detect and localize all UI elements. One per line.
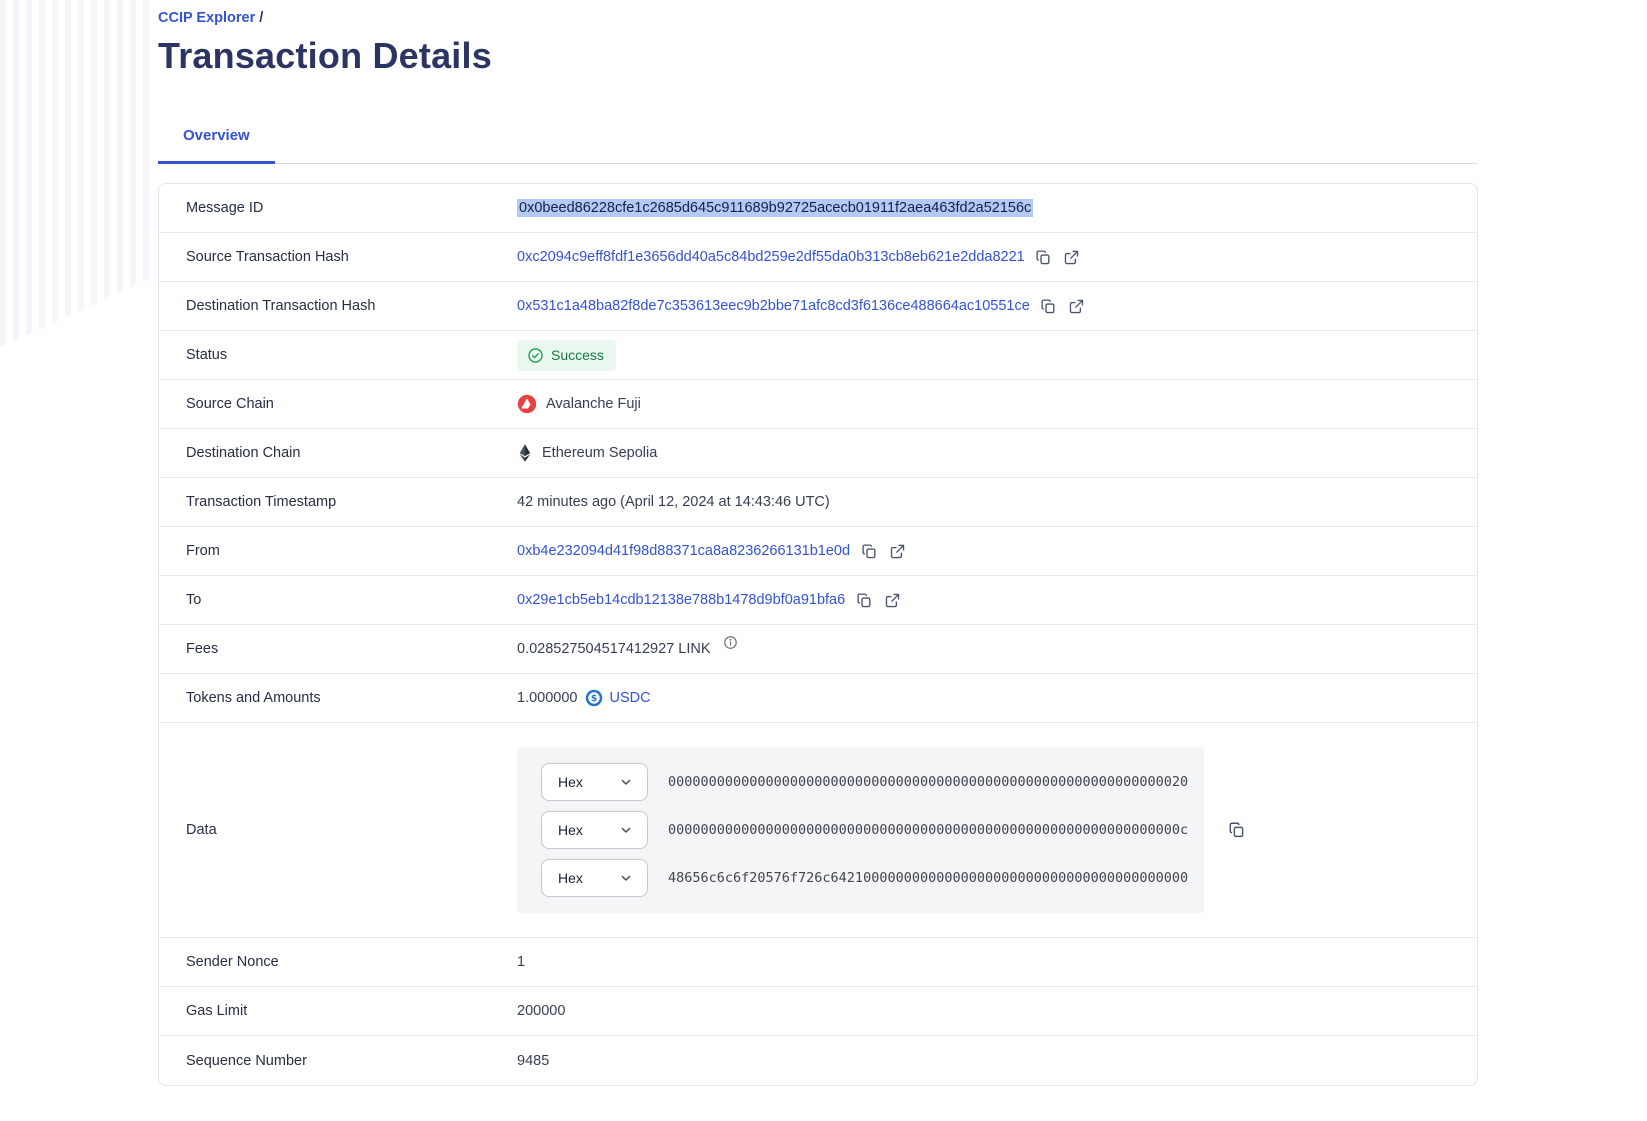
data-format-select[interactable]: Hex <box>541 811 648 849</box>
hex-data-value[interactable]: 0000000000000000000000000000000000000000… <box>668 822 1188 838</box>
check-circle-icon <box>527 347 544 364</box>
tab-overview[interactable]: Overview <box>158 127 275 164</box>
status-badge: Success <box>517 340 616 371</box>
format-select-value: Hex <box>558 774 583 790</box>
external-link-icon <box>884 592 901 609</box>
data-line: Hex 48656c6c6f20576f726c6421000000000000… <box>541 859 1192 897</box>
token-symbol: USDC <box>609 690 650 706</box>
page-title: Transaction Details <box>158 35 1478 77</box>
chevron-down-icon <box>619 823 633 837</box>
copy-icon <box>1035 249 1052 266</box>
fees-info-tooltip[interactable] <box>723 635 738 654</box>
field-label: Tokens and Amounts <box>186 690 517 706</box>
external-link-icon <box>1068 298 1085 315</box>
ethereum-icon <box>517 443 533 463</box>
source-chain-name: Avalanche Fuji <box>546 396 641 412</box>
copy-icon <box>1040 298 1057 315</box>
row-to: To 0x29e1cb5eb14cdb12138e788b1478d9bf0a9… <box>159 576 1477 625</box>
source-tx-hash-link[interactable]: 0xc2094c9eff8fdf1e3656dd40a5c84bd259e2df… <box>517 249 1025 265</box>
field-label: To <box>186 592 517 608</box>
field-label: Destination Transaction Hash <box>186 298 517 314</box>
copy-data-button[interactable] <box>1228 821 1246 839</box>
external-link-icon <box>889 543 906 560</box>
destination-tx-hash-link[interactable]: 0x531c1a48ba82f8de7c353613eec9b2bbe71afc… <box>517 298 1030 314</box>
breadcrumb-separator: / <box>259 10 263 26</box>
field-label: Data <box>186 822 517 838</box>
token-amount: 1.000000 <box>517 690 577 706</box>
field-label: Fees <box>186 641 517 657</box>
usdc-icon: $ <box>585 689 603 707</box>
row-sender-nonce: Sender Nonce 1 <box>159 938 1477 987</box>
transaction-details-card: Message ID 0x0beed86228cfe1c2685d645c911… <box>158 183 1478 1086</box>
sequence-number-value: 9485 <box>517 1053 549 1069</box>
data-format-select[interactable]: Hex <box>541 763 648 801</box>
hex-data-value[interactable]: 48656c6c6f20576f726c64210000000000000000… <box>668 870 1188 886</box>
row-destination-transaction-hash: Destination Transaction Hash 0x531c1a48b… <box>159 282 1477 331</box>
row-source-chain: Source Chain Avalanche Fuji <box>159 380 1477 429</box>
chevron-down-icon <box>619 871 633 885</box>
sender-nonce-value: 1 <box>517 954 525 970</box>
row-fees: Fees 0.028527504517412927 LINK <box>159 625 1477 674</box>
breadcrumb: CCIP Explorer/ <box>158 10 1478 26</box>
copy-icon <box>861 543 878 560</box>
field-label: Sequence Number <box>186 1053 517 1069</box>
row-data: Data Hex 0000000000000000000000000000000… <box>159 723 1477 938</box>
field-label: Sender Nonce <box>186 954 517 970</box>
tab-bar: Overview <box>158 127 1478 164</box>
info-icon <box>723 635 738 650</box>
external-link-button[interactable] <box>1063 248 1081 266</box>
external-link-icon <box>1063 249 1080 266</box>
row-sequence-number: Sequence Number 9485 <box>159 1036 1477 1085</box>
transaction-details-page: CCIP Explorer/ Transaction Details Overv… <box>158 0 1478 1086</box>
format-select-value: Hex <box>558 870 583 886</box>
copy-button[interactable] <box>1040 297 1058 315</box>
svg-text:$: $ <box>591 694 597 704</box>
field-label: Gas Limit <box>186 1003 517 1019</box>
fees-value: 0.028527504517412927 LINK <box>517 641 711 657</box>
to-address-link[interactable]: 0x29e1cb5eb14cdb12138e788b1478d9bf0a91bf… <box>517 592 845 608</box>
row-message-id: Message ID 0x0beed86228cfe1c2685d645c911… <box>159 184 1477 233</box>
field-label: Message ID <box>186 200 517 216</box>
external-link-button[interactable] <box>888 542 906 560</box>
copy-button[interactable] <box>855 591 873 609</box>
background-decoration <box>0 0 152 348</box>
timestamp-value: 42 minutes ago (April 12, 2024 at 14:43:… <box>517 494 830 510</box>
row-transaction-timestamp: Transaction Timestamp 42 minutes ago (Ap… <box>159 478 1477 527</box>
copy-icon <box>856 592 873 609</box>
data-line: Hex 000000000000000000000000000000000000… <box>541 763 1192 801</box>
avalanche-icon <box>517 394 537 414</box>
field-label: Status <box>186 347 517 363</box>
row-from: From 0xb4e232094d41f98d88371ca8a82362661… <box>159 527 1477 576</box>
data-line: Hex 000000000000000000000000000000000000… <box>541 811 1192 849</box>
row-source-transaction-hash: Source Transaction Hash 0xc2094c9eff8fdf… <box>159 233 1477 282</box>
status-text: Success <box>551 347 604 363</box>
chevron-down-icon <box>619 775 633 789</box>
message-id-value[interactable]: 0x0beed86228cfe1c2685d645c911689b92725ac… <box>517 199 1033 217</box>
format-select-value: Hex <box>558 822 583 838</box>
field-label: Destination Chain <box>186 445 517 461</box>
gas-limit-value: 200000 <box>517 1003 565 1019</box>
breadcrumb-link-ccip-explorer[interactable]: CCIP Explorer <box>158 10 255 26</box>
from-address-link[interactable]: 0xb4e232094d41f98d88371ca8a8236266131b1e… <box>517 543 850 559</box>
row-destination-chain: Destination Chain Ethereum Sepolia <box>159 429 1477 478</box>
token-link[interactable]: $ USDC <box>585 689 650 707</box>
hex-data-value[interactable]: 0000000000000000000000000000000000000000… <box>668 774 1188 790</box>
field-label: Source Chain <box>186 396 517 412</box>
copy-icon <box>1228 821 1246 839</box>
row-gas-limit: Gas Limit 200000 <box>159 987 1477 1036</box>
destination-chain-name: Ethereum Sepolia <box>542 445 657 461</box>
copy-button[interactable] <box>1035 248 1053 266</box>
field-label: Source Transaction Hash <box>186 249 517 265</box>
external-link-button[interactable] <box>1068 297 1086 315</box>
data-format-select[interactable]: Hex <box>541 859 648 897</box>
field-label: From <box>186 543 517 559</box>
row-status: Status Success <box>159 331 1477 380</box>
field-label: Transaction Timestamp <box>186 494 517 510</box>
row-tokens-and-amounts: Tokens and Amounts 1.000000 $ USDC <box>159 674 1477 723</box>
external-link-button[interactable] <box>883 591 901 609</box>
data-panel: Hex 000000000000000000000000000000000000… <box>517 747 1204 913</box>
copy-button[interactable] <box>860 542 878 560</box>
